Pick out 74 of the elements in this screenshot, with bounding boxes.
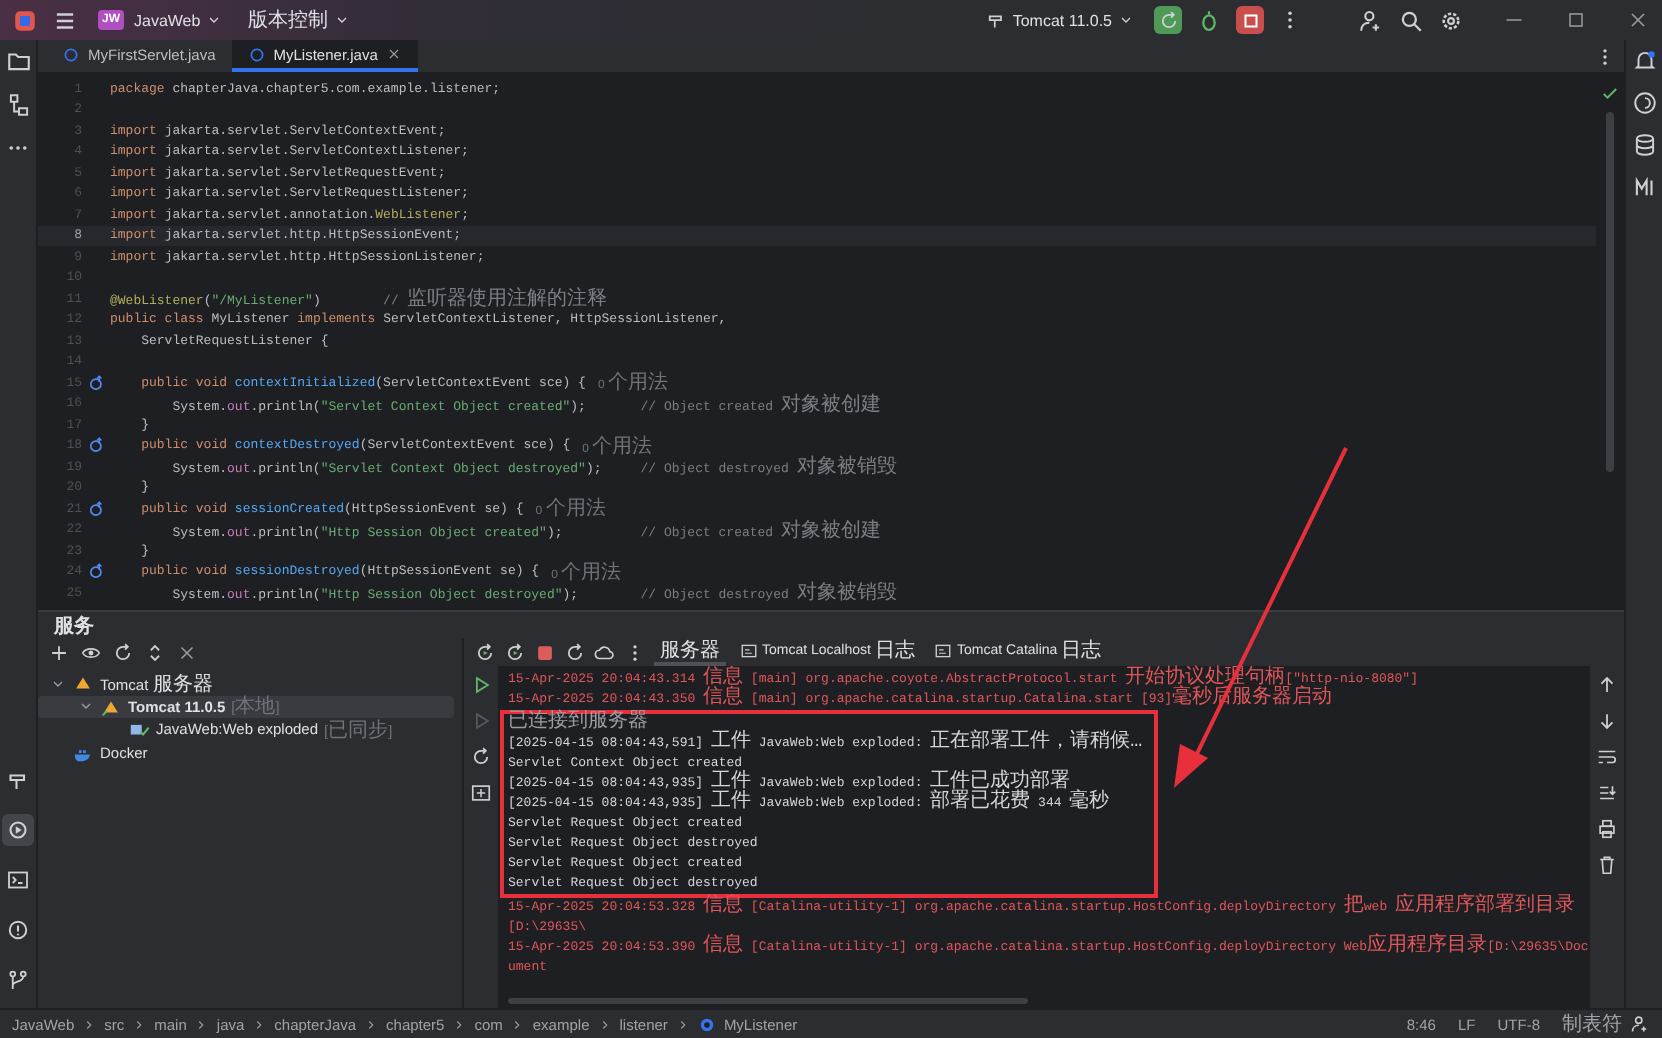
scroll-end-icon[interactable] bbox=[1596, 782, 1618, 804]
debug-icon[interactable] bbox=[1196, 7, 1222, 33]
vcs-menu[interactable]: 版本控制 bbox=[242, 4, 357, 36]
rerun-button[interactable] bbox=[1154, 6, 1182, 34]
app-logo-icon bbox=[12, 7, 38, 33]
expand-collapse-icon[interactable] bbox=[144, 641, 166, 663]
stop-icon bbox=[1239, 9, 1261, 31]
git-branch-icon bbox=[6, 968, 30, 992]
close-icon[interactable] bbox=[176, 641, 198, 663]
screenshot-icon[interactable] bbox=[470, 782, 492, 804]
caret-icon bbox=[206, 12, 223, 28]
add-icon[interactable] bbox=[48, 641, 70, 663]
check-icon bbox=[1600, 84, 1620, 104]
restart-icon[interactable] bbox=[564, 641, 586, 663]
log-icon bbox=[740, 641, 758, 659]
services-icon bbox=[6, 818, 30, 842]
search-icon[interactable] bbox=[1398, 7, 1424, 33]
folder-icon[interactable] bbox=[5, 48, 31, 74]
caret-icon bbox=[1118, 12, 1134, 28]
scrollbar[interactable] bbox=[508, 998, 1028, 1004]
refresh-icon bbox=[1157, 9, 1179, 31]
implements-marker-icon[interactable] bbox=[87, 373, 105, 392]
implements-marker-icon[interactable] bbox=[87, 562, 105, 581]
notifications-icon[interactable] bbox=[1631, 48, 1657, 74]
print-icon[interactable] bbox=[1596, 818, 1618, 840]
hammer-icon bbox=[6, 768, 30, 792]
run-icon[interactable] bbox=[470, 674, 492, 696]
maximize-icon[interactable] bbox=[1564, 8, 1588, 32]
wrap-icon[interactable] bbox=[1596, 746, 1618, 768]
chevron-icon bbox=[194, 1017, 209, 1031]
chevron-icon bbox=[364, 1017, 379, 1031]
problems-icon bbox=[6, 918, 30, 942]
down-arrow-icon[interactable] bbox=[1596, 710, 1618, 732]
chevron-icon bbox=[132, 1017, 147, 1031]
stop-button[interactable] bbox=[1236, 6, 1264, 34]
chevron-icon bbox=[252, 1017, 267, 1031]
class-icon bbox=[697, 1015, 716, 1033]
user-icon[interactable] bbox=[1630, 1014, 1650, 1034]
hammer-icon bbox=[986, 10, 1007, 30]
structure-icon[interactable] bbox=[5, 92, 31, 118]
implements-marker-icon[interactable] bbox=[87, 436, 105, 455]
settings-icon[interactable] bbox=[1438, 7, 1464, 33]
refresh-icon[interactable] bbox=[470, 746, 492, 768]
database-icon[interactable] bbox=[1631, 132, 1657, 158]
refresh-icon[interactable] bbox=[112, 641, 134, 663]
terminal-icon bbox=[6, 868, 30, 892]
menu-icon[interactable] bbox=[52, 7, 78, 33]
rerun-icon[interactable] bbox=[474, 641, 496, 663]
add-user-icon[interactable] bbox=[1358, 7, 1384, 33]
java-file-icon bbox=[247, 45, 266, 63]
trash-icon[interactable] bbox=[1596, 854, 1618, 876]
scrollbar[interactable] bbox=[1606, 112, 1614, 472]
close-icon[interactable] bbox=[1626, 8, 1650, 32]
chevron-icon bbox=[675, 1017, 690, 1031]
close-icon[interactable] bbox=[385, 46, 402, 62]
cloud-icon[interactable] bbox=[594, 641, 616, 663]
services-tool-button[interactable] bbox=[2, 814, 34, 846]
chevron-icon bbox=[82, 1017, 97, 1031]
run-configuration[interactable]: Tomcat 11.0.5 bbox=[980, 8, 1140, 32]
panel-title: 服务 bbox=[51, 613, 96, 638]
assistant-icon[interactable] bbox=[1631, 90, 1657, 116]
chevron-icon bbox=[510, 1017, 525, 1031]
maven-icon[interactable] bbox=[1631, 174, 1657, 200]
caret-icon bbox=[334, 12, 351, 28]
log-icon bbox=[934, 641, 953, 659]
rerun-icon[interactable] bbox=[504, 641, 526, 663]
stop-icon[interactable] bbox=[534, 641, 556, 663]
chevron-icon bbox=[597, 1017, 612, 1031]
java-file-icon bbox=[62, 45, 80, 63]
tomcat-icon bbox=[72, 672, 94, 695]
status-item[interactable]: 制表符 bbox=[1562, 1010, 1622, 1038]
implements-marker-icon[interactable] bbox=[87, 499, 105, 518]
up-arrow-icon[interactable] bbox=[1596, 674, 1618, 696]
chevron-icon bbox=[452, 1017, 467, 1031]
